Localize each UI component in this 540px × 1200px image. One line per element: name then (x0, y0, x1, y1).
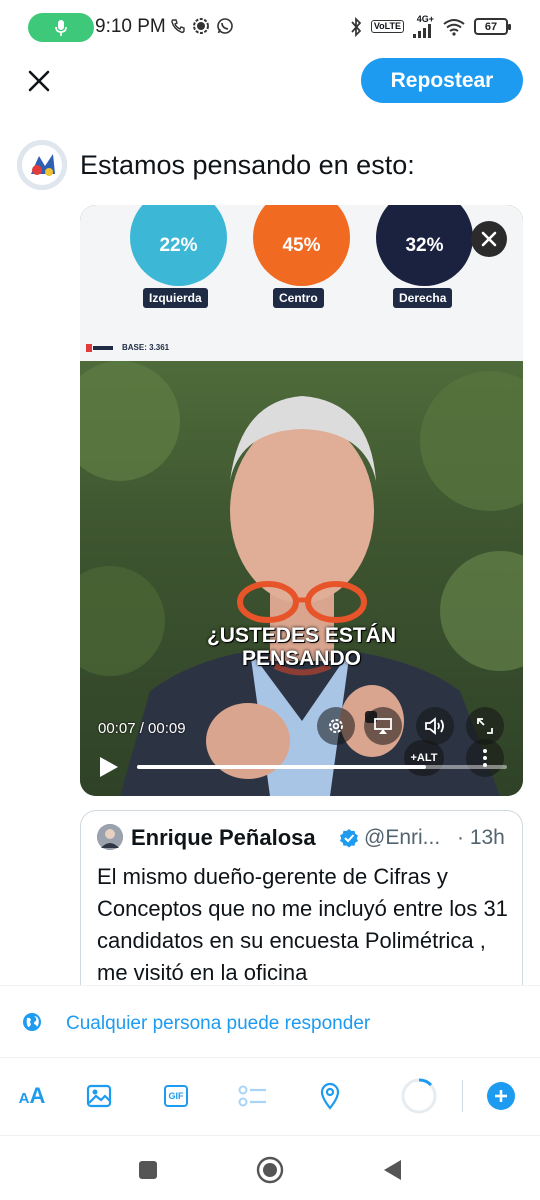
quote-body: El mismo dueño-gerente de Cifras y Conce… (97, 864, 508, 985)
gif-icon: GIF (164, 1085, 188, 1107)
airplay-button[interactable] (364, 707, 402, 745)
repost-button[interactable]: Repostear (361, 58, 523, 103)
add-location-button[interactable] (314, 1080, 346, 1112)
mic-active-indicator (28, 13, 94, 42)
close-icon (481, 231, 497, 247)
home-button[interactable] (256, 1156, 284, 1184)
polimetrica-logo (86, 344, 113, 352)
cell-signal-icon: 4G+ (412, 15, 434, 38)
poll-circle-derecha: 32% (376, 205, 473, 286)
phone-icon (170, 17, 186, 35)
status-time: 9:10 PM (95, 16, 166, 37)
add-poll-button[interactable] (237, 1080, 269, 1112)
back-icon (384, 1160, 401, 1180)
caption-line-2: PENSANDO (241, 647, 362, 670)
back-button[interactable] (378, 1156, 406, 1184)
image-icon (86, 1084, 112, 1108)
cast-icon (374, 718, 392, 734)
caption-line-1: ¿USTEDES ESTÁN (206, 624, 397, 647)
more-options-button[interactable] (466, 739, 504, 777)
toolbar-divider (462, 1080, 463, 1112)
gear-icon (329, 719, 343, 733)
status-bar: 9:10 PM VoLTE 4G+ 67 (0, 0, 540, 56)
close-icon (28, 70, 50, 92)
video-caption: ¿USTEDES ESTÁN PENSANDO (80, 624, 523, 670)
add-alt-text-button[interactable]: +ALT (404, 740, 444, 776)
play-icon[interactable] (94, 753, 122, 781)
recents-icon (139, 1161, 157, 1179)
video-progress-fill (137, 765, 426, 769)
add-image-button[interactable] (83, 1080, 115, 1112)
quote-author-name: Enrique Peñalosa (131, 825, 316, 850)
character-count-ring (401, 1078, 437, 1114)
add-icon (495, 1090, 507, 1102)
wifi-icon (442, 18, 466, 36)
system-nav-bar (0, 1136, 540, 1200)
media-attachment[interactable]: 22% 45% 32% Izquierda Centro Derecha BAS… (80, 205, 523, 796)
quote-timestamp: · 13h (457, 826, 505, 849)
poll-graphic: 22% 45% 32% Izquierda Centro Derecha BAS… (80, 205, 523, 361)
video-timecode: 00:07 / 00:09 (98, 720, 186, 737)
recents-button[interactable] (134, 1156, 162, 1184)
reply-setting-label[interactable]: Cualquier persona puede responder (66, 1013, 370, 1035)
poll-circle-centro: 45% (253, 205, 350, 286)
remove-media-button[interactable] (471, 221, 507, 257)
poll-circle-izquierda: 22% (130, 205, 227, 286)
volume-icon (425, 717, 444, 735)
base-label: BASE: 3.361 (122, 343, 170, 352)
avatar[interactable] (17, 140, 67, 190)
bluetooth-icon (349, 16, 363, 37)
network-type: 4G+ (416, 14, 434, 24)
home-icon (256, 1156, 284, 1184)
volte-badge: VoLTE (370, 20, 404, 33)
globe-icon (23, 1013, 41, 1031)
quoted-tweet[interactable]: Enrique Peñalosa @Enri... · 13h El mismo… (80, 810, 523, 1010)
add-gif-button[interactable]: GIF (160, 1080, 192, 1112)
compose-text[interactable]: Estamos pensando en esto: (80, 150, 415, 181)
text-format-button[interactable]: AA (16, 1080, 48, 1112)
poll-label-derecha: Derecha (393, 288, 453, 308)
microphone-icon (55, 19, 67, 36)
character-counter (400, 1077, 438, 1115)
location-icon (320, 1082, 340, 1110)
poll-label-izquierda: Izquierda (143, 288, 208, 308)
poll-label-centro: Centro (273, 288, 324, 308)
add-tweet-button[interactable] (487, 1082, 515, 1110)
reply-setting-bar[interactable]: Cualquier persona puede responder (0, 985, 540, 1058)
compose-toolbar: AA GIF (0, 1058, 540, 1136)
video-settings-button[interactable] (317, 707, 355, 745)
quote-author-handle: @Enri... (364, 826, 441, 849)
battery-indicator: 67 (474, 18, 511, 35)
quote-avatar (97, 824, 123, 850)
signal-app-icon (192, 17, 210, 35)
whatsapp-icon (216, 17, 234, 35)
verified-badge-icon (340, 829, 358, 848)
poll-icon (238, 1085, 266, 1107)
video-progress-bar[interactable] (137, 765, 507, 769)
pip-icon (477, 718, 493, 734)
close-button[interactable] (20, 62, 58, 100)
text-format-icon: AA (18, 1083, 46, 1108)
